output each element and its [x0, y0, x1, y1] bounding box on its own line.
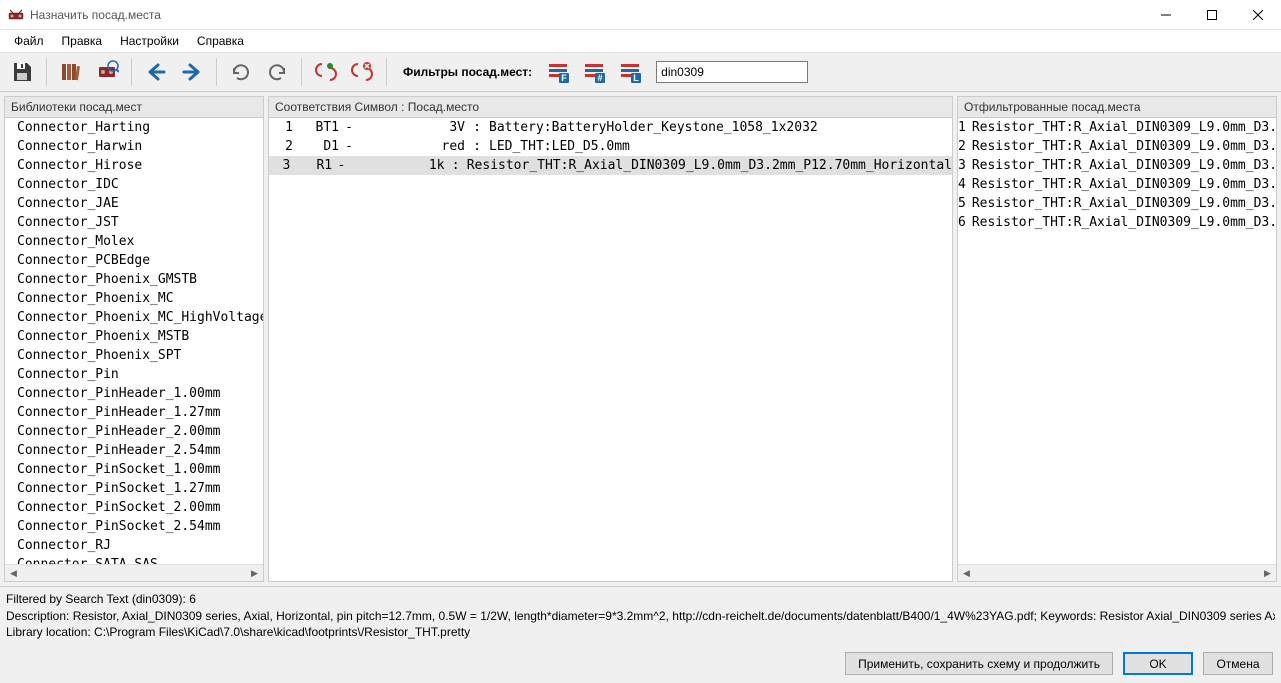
scroll-left-icon[interactable]: ◀	[958, 565, 975, 582]
library-item[interactable]: Connector_Phoenix_MC	[5, 289, 263, 308]
associations-panel: Соответствия Символ : Посад.место 1BT1-3…	[268, 96, 953, 582]
libraries-header: Библиотеки посад.мест	[5, 97, 263, 118]
apply-button[interactable]: Применить, сохранить схему и продолжить	[845, 652, 1113, 675]
app-icon	[8, 7, 24, 23]
library-item[interactable]: Connector_PinHeader_1.27mm	[5, 403, 263, 422]
scroll-right-icon[interactable]: ▶	[246, 565, 263, 582]
scroll-left-icon[interactable]: ◀	[5, 565, 22, 582]
scroll-right-icon[interactable]: ▶	[1259, 565, 1276, 582]
library-item[interactable]: Connector_Phoenix_MC_HighVoltage	[5, 308, 263, 327]
association-row[interactable]: 3R1-1k:Resistor_THT:R_Axial_DIN0309_L9.0…	[269, 156, 952, 175]
filtered-row[interactable]: 2Resistor_THT:R_Axial_DIN0309_L9.0mm_D3.…	[958, 137, 1276, 156]
library-item[interactable]: Connector_IDC	[5, 175, 263, 194]
minimize-button[interactable]	[1143, 0, 1189, 30]
libraries-list[interactable]: Connector_HartingConnector_HarwinConnect…	[5, 118, 263, 564]
library-item[interactable]: Connector_Harting	[5, 118, 263, 137]
library-item[interactable]: Connector_JST	[5, 213, 263, 232]
library-item[interactable]: Connector_RJ	[5, 536, 263, 555]
library-item[interactable]: Connector_Molex	[5, 232, 263, 251]
library-item[interactable]: Connector_JAE	[5, 194, 263, 213]
filtered-row[interactable]: 6Resistor_THT:R_Axial_DIN0309_L9.0mm_D3.…	[958, 213, 1276, 232]
menu-edit[interactable]: Правка	[54, 32, 111, 50]
status-line-3: Library location: C:\Program Files\KiCad…	[6, 624, 1275, 640]
library-item[interactable]: Connector_Phoenix_GMSTB	[5, 270, 263, 289]
library-item[interactable]: Connector_PCBEdge	[5, 251, 263, 270]
filtered-row[interactable]: 5Resistor_THT:R_Axial_DIN0309_L9.0mm_D3.…	[958, 194, 1276, 213]
association-row[interactable]: 2D1-red:LED_THT:LED_D5.0mm	[269, 137, 952, 156]
library-item[interactable]: Connector_Harwin	[5, 137, 263, 156]
status-bar: Filtered by Search Text (din0309): 6 Des…	[0, 586, 1281, 644]
main-panels: Библиотеки посад.мест Connector_HartingC…	[0, 92, 1281, 586]
libraries-hscroll[interactable]: ◀ ▶	[5, 564, 263, 581]
maximize-button[interactable]	[1189, 0, 1235, 30]
auto-associate-icon[interactable]	[310, 56, 342, 88]
libraries-panel: Библиотеки посад.мест Connector_HartingC…	[4, 96, 264, 582]
filtered-panel: Отфильтрованные посад.места 1Resistor_TH…	[957, 96, 1277, 582]
library-item[interactable]: Connector_Phoenix_MSTB	[5, 327, 263, 346]
menu-settings[interactable]: Настройки	[112, 32, 187, 50]
view-footprint-icon[interactable]	[91, 56, 123, 88]
library-item[interactable]: Connector_PinSocket_2.00mm	[5, 498, 263, 517]
svg-text:F: F	[561, 73, 567, 83]
filtered-row[interactable]: 4Resistor_THT:R_Axial_DIN0309_L9.0mm_D3.…	[958, 175, 1276, 194]
library-item[interactable]: Connector_SATA_SAS	[5, 555, 263, 564]
menu-help[interactable]: Справка	[189, 32, 252, 50]
filter-by-library-icon[interactable]: L	[614, 56, 646, 88]
filtered-header: Отфильтрованные посад.места	[958, 97, 1276, 118]
filter-by-keywords-icon[interactable]: F	[542, 56, 574, 88]
filtered-row[interactable]: 1Resistor_THT:R_Axial_DIN0309_L9.0mm_D3.…	[958, 118, 1276, 137]
associations-list[interactable]: 1BT1-3V:Battery:BatteryHolder_Keystone_1…	[269, 118, 952, 581]
save-icon[interactable]	[6, 56, 38, 88]
close-button[interactable]	[1235, 0, 1281, 30]
association-row[interactable]: 1BT1-3V:Battery:BatteryHolder_Keystone_1…	[269, 118, 952, 137]
svg-text:L: L	[633, 73, 639, 83]
manage-libraries-icon[interactable]	[55, 56, 87, 88]
filtered-row[interactable]: 3Resistor_THT:R_Axial_DIN0309_L9.0mm_D3.…	[958, 156, 1276, 175]
delete-all-icon[interactable]	[346, 56, 378, 88]
next-icon[interactable]	[176, 56, 208, 88]
ok-button[interactable]: OK	[1123, 652, 1193, 675]
filtered-hscroll[interactable]: ◀ ▶	[958, 564, 1276, 581]
toolbar: Фильтры посад.мест: F # L	[0, 52, 1281, 92]
filter-by-pincount-icon[interactable]: #	[578, 56, 610, 88]
library-item[interactable]: Connector_PinSocket_1.27mm	[5, 479, 263, 498]
dialog-button-bar: Применить, сохранить схему и продолжить …	[0, 644, 1281, 683]
filtered-list[interactable]: 1Resistor_THT:R_Axial_DIN0309_L9.0mm_D3.…	[958, 118, 1276, 564]
library-item[interactable]: Connector_PinSocket_2.54mm	[5, 517, 263, 536]
library-item[interactable]: Connector_Pin	[5, 365, 263, 384]
titlebar: Назначить посад.места	[0, 0, 1281, 30]
previous-icon[interactable]	[140, 56, 172, 88]
status-line-2: Description: Resistor, Axial_DIN0309 ser…	[6, 608, 1275, 624]
window-title: Назначить посад.места	[30, 8, 1143, 22]
library-item[interactable]: Connector_PinHeader_1.00mm	[5, 384, 263, 403]
undo-icon[interactable]	[225, 56, 257, 88]
filter-input[interactable]	[656, 61, 808, 83]
svg-text:#: #	[598, 73, 603, 83]
associations-header: Соответствия Символ : Посад.место	[269, 97, 952, 118]
menu-file[interactable]: Файл	[6, 32, 52, 50]
menubar: Файл Правка Настройки Справка	[0, 30, 1281, 52]
library-item[interactable]: Connector_PinHeader_2.00mm	[5, 422, 263, 441]
filter-label: Фильтры посад.мест:	[403, 65, 532, 79]
status-line-1: Filtered by Search Text (din0309): 6	[6, 591, 1275, 607]
library-item[interactable]: Connector_Hirose	[5, 156, 263, 175]
redo-icon[interactable]	[261, 56, 293, 88]
library-item[interactable]: Connector_Phoenix_SPT	[5, 346, 263, 365]
cancel-button[interactable]: Отмена	[1203, 652, 1273, 675]
library-item[interactable]: Connector_PinSocket_1.00mm	[5, 460, 263, 479]
library-item[interactable]: Connector_PinHeader_2.54mm	[5, 441, 263, 460]
